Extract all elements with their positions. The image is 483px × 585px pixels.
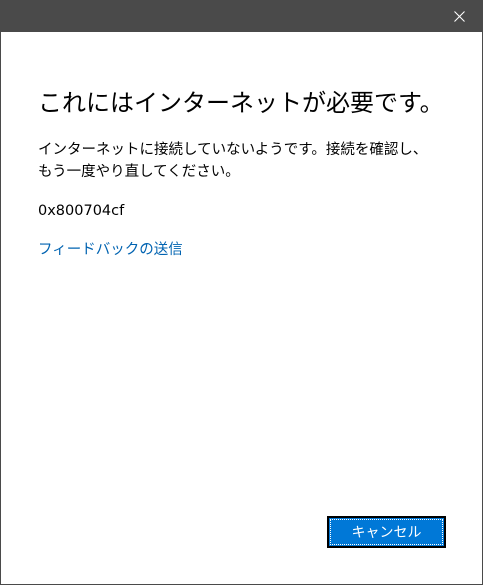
message-line-2: もう一度やり直してください。: [38, 164, 240, 180]
cancel-button[interactable]: キャンセル: [327, 516, 446, 548]
error-code: 0x800704cf: [38, 203, 125, 219]
close-icon: [453, 10, 465, 22]
dialog-window: これにはインターネットが必要です。 インターネットに接続していないようです。接続…: [0, 0, 483, 585]
title-bar: [1, 0, 482, 32]
dialog-message: インターネットに接続していないようです。接続を確認し、 もう一度やり直してくださ…: [38, 139, 453, 183]
message-line-1: インターネットに接続していないようです。接続を確認し、: [38, 142, 428, 158]
send-feedback-link[interactable]: フィードバックの送信: [38, 240, 183, 260]
dialog-title: これにはインターネットが必要です。: [38, 89, 444, 117]
close-button[interactable]: [436, 0, 482, 32]
